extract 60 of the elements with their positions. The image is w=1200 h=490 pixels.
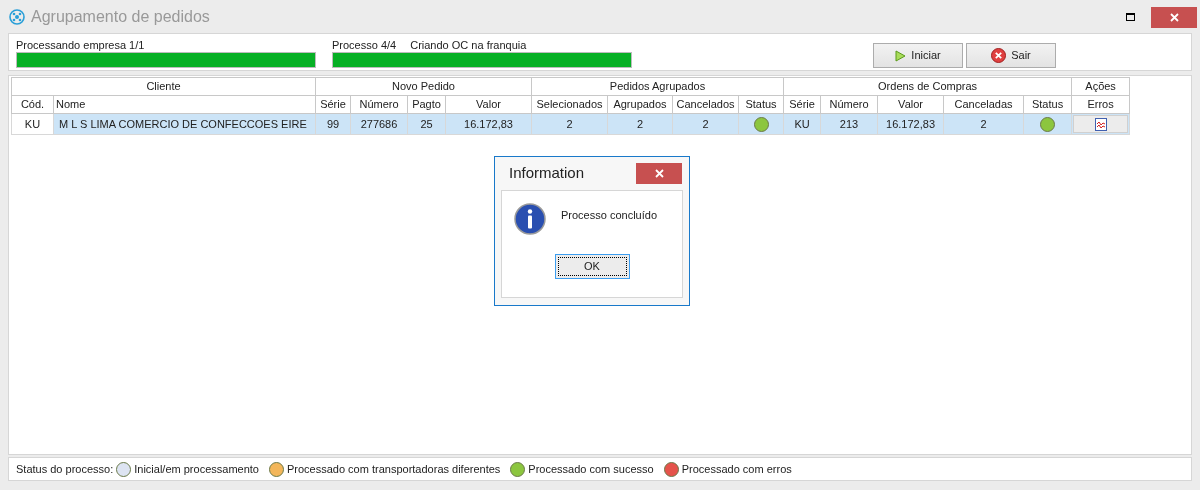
- close-button[interactable]: [1151, 7, 1197, 28]
- close-icon: [1169, 13, 1179, 22]
- group-header: Ordens de Compras: [783, 77, 1072, 96]
- info-icon: [514, 203, 546, 235]
- exit-button[interactable]: Sair: [966, 43, 1056, 68]
- column-header[interactable]: Valor: [445, 95, 532, 114]
- column-header[interactable]: Erros: [1071, 95, 1130, 114]
- column-header[interactable]: Selecionados: [531, 95, 608, 114]
- window-title: Agrupamento de pedidos: [31, 6, 210, 27]
- dialog-title: Information: [509, 163, 585, 184]
- progress-label: Processando empresa 1/1: [16, 38, 145, 51]
- table-cell: 213: [820, 113, 878, 135]
- table-cell: 2: [672, 113, 739, 135]
- column-header[interactable]: Canceladas: [943, 95, 1024, 114]
- table-row[interactable]: KU M L S LIMA COMERCIO DE CONFECCOES EIRE 99 277686 25 16.172,83 2 2 2 KU 213 16.172,83 2: [11, 113, 1130, 135]
- legend-text: Processado com erros: [681, 461, 792, 477]
- close-icon: [654, 169, 664, 178]
- legend-label: Status do processo:: [16, 461, 114, 477]
- table-cell: 277686: [350, 113, 408, 135]
- column-header[interactable]: Status: [1023, 95, 1072, 114]
- table-cell: 2: [531, 113, 608, 135]
- table-cell: 99: [315, 113, 351, 135]
- column-header[interactable]: Valor: [877, 95, 944, 114]
- column-header[interactable]: Cód.: [11, 95, 54, 114]
- legend-text: Inicial/em processamento: [134, 461, 259, 477]
- table-cell: KU: [783, 113, 821, 135]
- column-header[interactable]: Agrupados: [607, 95, 673, 114]
- start-button[interactable]: Iniciar: [873, 43, 963, 68]
- column-header[interactable]: Série: [315, 95, 351, 114]
- play-icon: [895, 49, 907, 62]
- group-header: Cliente: [11, 77, 316, 96]
- group-header: Pedidos Agrupados: [531, 77, 784, 96]
- column-header[interactable]: Número: [820, 95, 878, 114]
- close-circle-icon: [991, 48, 1007, 63]
- table-cell: 25: [407, 113, 446, 135]
- column-header[interactable]: Série: [783, 95, 821, 114]
- legend-text: Processado com sucesso: [528, 461, 654, 477]
- table-cell: 2: [607, 113, 673, 135]
- table-cell: KU: [11, 113, 54, 135]
- column-header[interactable]: Status: [738, 95, 784, 114]
- table-cell: 16.172,83: [877, 113, 944, 135]
- maximize-icon: [1125, 12, 1135, 21]
- table-cell: M L S LIMA COMERCIO DE CONFECCOES EIRE: [53, 113, 316, 135]
- column-header[interactable]: Cancelados: [672, 95, 739, 114]
- ok-button[interactable]: OK: [554, 254, 630, 279]
- table-cell: 16.172,83: [445, 113, 532, 135]
- progress-label: Processo 4/4: [332, 38, 397, 51]
- group-header: Novo Pedido: [315, 77, 532, 96]
- table-cell: 2: [943, 113, 1024, 135]
- legend-text: Processado com transportadoras diferentes: [286, 461, 501, 477]
- group-header: Ações: [1071, 77, 1130, 96]
- dialog-message: Processo concluído: [561, 208, 657, 223]
- column-header[interactable]: Número: [350, 95, 408, 114]
- column-header[interactable]: Nome: [53, 95, 316, 114]
- chart-icon: [1094, 117, 1107, 131]
- errors-button[interactable]: [1073, 115, 1129, 133]
- column-header[interactable]: Pagto: [407, 95, 446, 114]
- app-icon: [9, 8, 25, 25]
- progress-detail: Criando OC na franquia: [410, 38, 527, 51]
- close-button[interactable]: [636, 163, 682, 184]
